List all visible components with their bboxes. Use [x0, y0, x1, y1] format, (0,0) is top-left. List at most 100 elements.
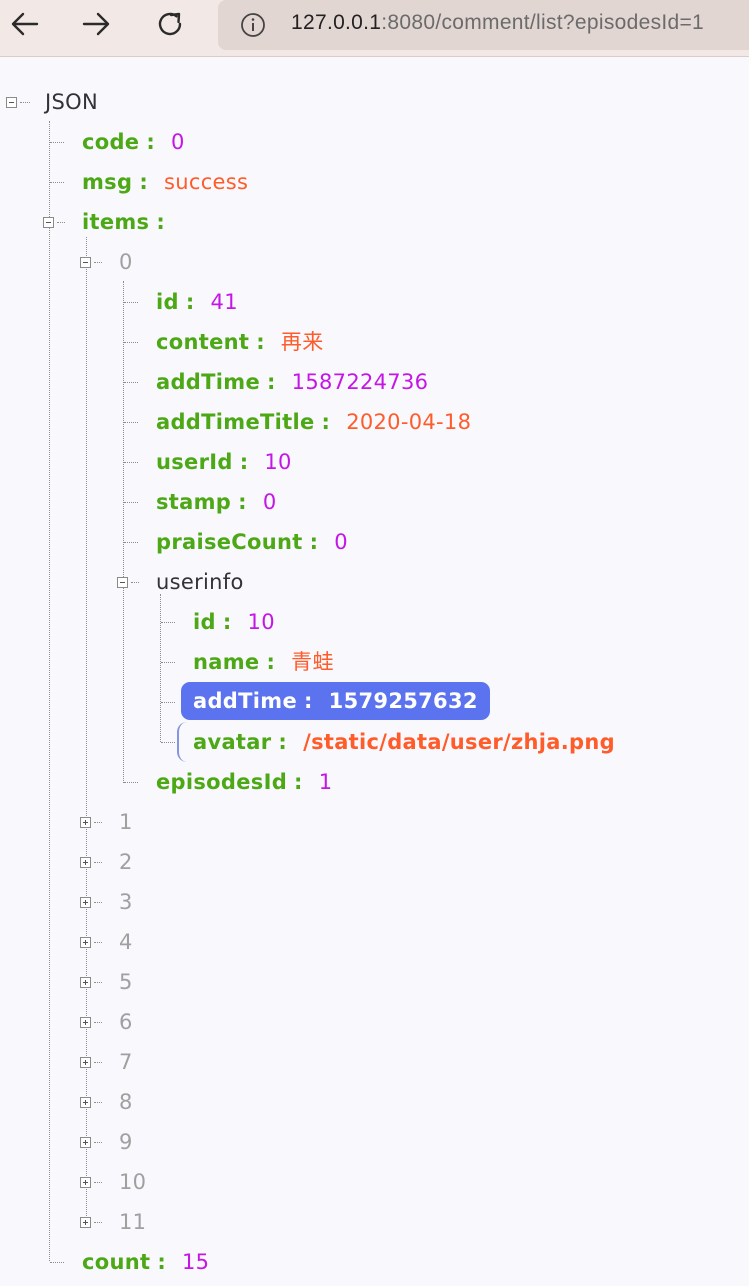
tree-node-item-5[interactable]: 5 — [119, 962, 133, 1002]
forward-button[interactable] — [75, 6, 119, 42]
expand-item-1-icon[interactable] — [80, 817, 91, 828]
key-separator: : — [157, 1250, 167, 1274]
tree-node-item-9[interactable]: 9 — [119, 1122, 133, 1162]
key-separator: : — [278, 730, 288, 754]
key-separator: : — [146, 130, 156, 154]
node-value: 15 — [182, 1250, 210, 1274]
tree-root-node[interactable]: JSON — [45, 82, 98, 122]
site-info-icon[interactable] — [240, 12, 266, 38]
tree-node-item-2[interactable]: 2 — [119, 842, 133, 882]
tree-node-userinfo-addtime-selected[interactable]: addTime :1579257632 — [181, 682, 490, 720]
url-text: 127.0.0.1:8080/comment/list?episodesId=1 — [291, 11, 704, 35]
node-key: content — [156, 330, 250, 354]
node-key: count — [82, 1250, 151, 1274]
expand-item-7-icon[interactable] — [80, 1057, 91, 1068]
collapse-root-icon[interactable] — [6, 97, 17, 108]
tree-node-content[interactable]: content : 再来 — [156, 322, 324, 362]
node-key: addTime — [156, 370, 260, 394]
tree-node-item-3[interactable]: 3 — [119, 882, 133, 922]
key-separator: : — [222, 610, 232, 634]
tree-guide-root — [49, 121, 50, 1261]
reload-button[interactable] — [149, 6, 193, 42]
address-bar[interactable]: 127.0.0.1:8080/comment/list?episodesId=1 — [218, 0, 749, 50]
node-key: praiseCount — [156, 530, 303, 554]
back-button[interactable] — [2, 6, 46, 42]
expand-item-9-icon[interactable] — [80, 1137, 91, 1148]
tree-node-item-0[interactable]: 0 — [119, 242, 133, 282]
node-key: addTimeTitle — [156, 410, 315, 434]
node-key: code — [82, 130, 140, 154]
tree-node-item-8[interactable]: 8 — [119, 1082, 133, 1122]
node-key: stamp — [156, 490, 232, 514]
url-path: :8080/comment/list?episodesId=1 — [381, 11, 705, 34]
key-separator: : — [239, 450, 249, 474]
item-index: 0 — [119, 250, 133, 274]
node-value: 10 — [264, 450, 292, 474]
item-index: 7 — [119, 1050, 133, 1074]
tree-node-item-7[interactable]: 7 — [119, 1042, 133, 1082]
node-value: 10 — [247, 610, 275, 634]
tree-node-count[interactable]: count :15 — [82, 1242, 209, 1282]
tree-node-items[interactable]: items : — [82, 202, 181, 242]
tree-guide-userinfo — [160, 594, 161, 742]
tree-node-item-1[interactable]: 1 — [119, 802, 133, 842]
reload-icon — [158, 12, 182, 36]
tree-node-stamp[interactable]: stamp :0 — [156, 482, 276, 522]
node-value: 0 — [262, 490, 277, 514]
tree-node-item-10[interactable]: 10 — [119, 1162, 146, 1202]
node-key: episodesId — [156, 770, 288, 794]
expand-item-2-icon[interactable] — [80, 857, 91, 868]
url-host: 127.0.0.1 — [291, 11, 382, 34]
key-separator: : — [156, 210, 166, 234]
node-key: msg — [82, 170, 133, 194]
collapse-items-icon[interactable] — [43, 217, 54, 228]
forward-arrow-icon — [82, 12, 110, 36]
collapse-userinfo-icon[interactable] — [117, 577, 128, 588]
key-separator: : — [294, 770, 303, 794]
tree-node-episodesid[interactable]: episodesId :1 — [156, 762, 332, 802]
tree-node-item-6[interactable]: 6 — [119, 1002, 133, 1042]
browser-toolbar: 127.0.0.1:8080/comment/list?episodesId=1 — [0, 0, 749, 57]
node-value: success — [164, 170, 249, 194]
tree-node-item-4[interactable]: 4 — [119, 922, 133, 962]
json-tree: JSON code :0 msg : success items : 0 id :… — [0, 56, 749, 1286]
tree-node-praisecount[interactable]: praiseCount :0 — [156, 522, 348, 562]
tree-node-userinfo[interactable]: userinfo — [156, 562, 244, 602]
expand-item-11-icon[interactable] — [80, 1217, 91, 1228]
expand-item-3-icon[interactable] — [80, 897, 91, 908]
node-value: 41 — [210, 290, 238, 314]
node-key: items — [82, 210, 150, 234]
tree-node-code[interactable]: code :0 — [82, 122, 185, 162]
key-separator: : — [266, 370, 276, 394]
tree-node-userid[interactable]: userId :10 — [156, 442, 292, 482]
tree-node-item-11[interactable]: 11 — [119, 1202, 146, 1242]
expand-item-4-icon[interactable] — [80, 937, 91, 948]
expand-item-5-icon[interactable] — [80, 977, 91, 988]
tree-guide-items — [86, 237, 87, 1228]
item-index: 4 — [119, 930, 133, 954]
key-separator: : — [139, 170, 149, 194]
tree-node-id[interactable]: id :41 — [156, 282, 238, 322]
tree-node-addtimetitle[interactable]: addTimeTitle :2020-04-18 — [156, 402, 471, 442]
tree-node-userinfo-name[interactable]: name : 青蛙 — [193, 642, 334, 682]
expand-item-8-icon[interactable] — [80, 1097, 91, 1108]
node-value: /static/data/user/zhja.png — [303, 730, 615, 754]
tree-node-msg[interactable]: msg : success — [82, 162, 248, 202]
item-index: 10 — [119, 1170, 147, 1194]
key-separator: : — [321, 410, 331, 434]
key-separator: : — [309, 530, 319, 554]
tree-guide-item-0 — [123, 281, 124, 783]
node-value: 2020-04-18 — [346, 410, 472, 434]
node-value: 1587224736 — [291, 370, 429, 394]
item-index: 3 — [119, 890, 133, 914]
tree-node-userinfo-avatar[interactable]: avatar : /static/data/user/zhja.png — [177, 722, 615, 762]
collapse-item-0-icon[interactable] — [80, 257, 91, 268]
item-index: 11 — [119, 1210, 147, 1234]
expand-item-6-icon[interactable] — [80, 1017, 91, 1028]
item-index: 1 — [119, 810, 133, 834]
expand-item-10-icon[interactable] — [80, 1177, 91, 1188]
tree-node-userinfo-id[interactable]: id :10 — [193, 602, 275, 642]
item-index: 2 — [119, 850, 133, 874]
node-key: avatar — [193, 730, 272, 754]
tree-node-addtime[interactable]: addTime :1587224736 — [156, 362, 428, 402]
